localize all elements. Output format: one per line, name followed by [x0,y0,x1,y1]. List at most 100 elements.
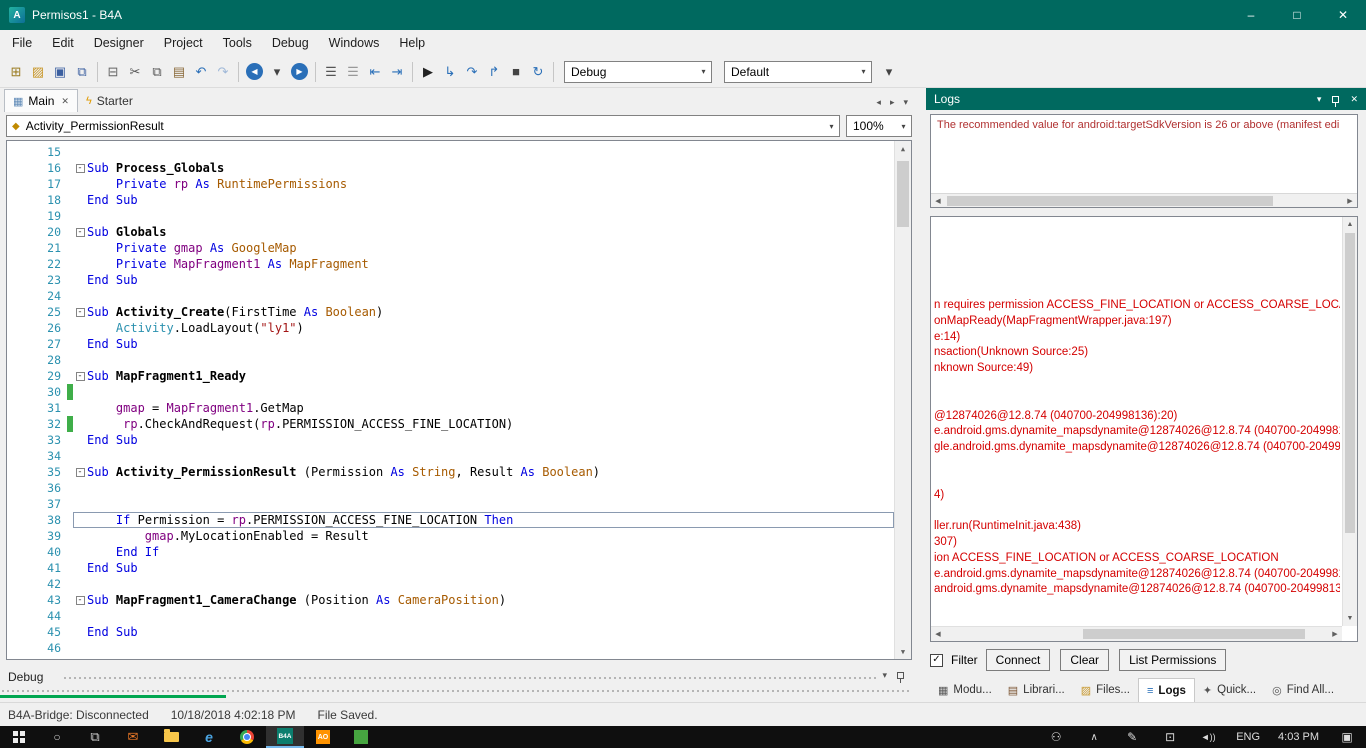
log-output-box[interactable]: n requires permission ACCESS_FINE_LOCATI… [930,216,1358,642]
build-config-select[interactable]: Default▾ [724,61,872,83]
green-app[interactable] [342,726,380,748]
close-icon[interactable]: ✕ [1350,94,1358,105]
menu-item-designer[interactable]: Designer [84,31,154,55]
run-button[interactable]: ▶ [417,60,439,84]
breakpoint-margin[interactable] [7,592,31,608]
code-line-body[interactable]: Private gmap As GoogleMap [73,240,894,256]
debug-mode-select[interactable]: Debug▾ [564,61,712,83]
breakpoint-margin[interactable] [7,464,31,480]
code-line-body[interactable]: rp.CheckAndRequest(rp.PERMISSION_ACCESS_… [73,416,894,432]
zoom-select[interactable]: 100% ▾ [846,115,912,137]
list-permissions-button[interactable]: List Permissions [1119,649,1226,671]
fold-collapse-icon[interactable]: - [76,164,85,173]
b4a-app[interactable]: B4A [266,726,304,748]
breakpoint-margin[interactable] [7,176,31,192]
clock[interactable]: 4:03 PM [1269,726,1328,748]
people-icon[interactable]: ⚇ [1037,726,1075,748]
minimize-button[interactable]: – [1228,0,1274,30]
menu-item-tools[interactable]: Tools [213,31,262,55]
breakpoint-margin[interactable] [7,448,31,464]
chevron-down-icon[interactable]: ▾ [896,122,911,131]
code-line-body[interactable] [73,496,894,512]
undo-button[interactable]: ↶ [190,60,212,84]
indent-button[interactable]: ⇥ [386,60,408,84]
navigate-back-button[interactable]: ◀ [246,63,263,80]
menu-item-help[interactable]: Help [389,31,435,55]
breakpoint-margin[interactable] [7,560,31,576]
breakpoint-margin[interactable] [7,480,31,496]
filter-checkbox[interactable]: ✓ [930,654,943,667]
panel-tab-modu[interactable]: ▦Modu... [930,678,1000,702]
breakpoint-margin[interactable] [7,208,31,224]
scroll-left-icon[interactable]: ◀ [931,194,945,208]
scroll-down-icon[interactable]: ▼ [895,644,911,659]
chevron-down-icon[interactable]: ▾ [1317,94,1322,105]
chevron-down-icon[interactable]: ▾ [882,670,887,681]
uncomment-button[interactable]: ☰ [342,60,364,84]
scrollbar-track[interactable] [945,627,1328,641]
code-line-body[interactable] [73,208,894,224]
breakpoint-margin[interactable] [7,144,31,160]
menu-item-debug[interactable]: Debug [262,31,319,55]
pin-icon[interactable] [897,672,904,679]
paste-button[interactable]: ▤ [168,60,190,84]
fold-collapse-icon[interactable]: - [76,468,85,477]
breakpoint-margin[interactable] [7,640,31,656]
code-line-body[interactable]: End Sub [73,192,894,208]
scrollbar-thumb[interactable] [947,196,1273,206]
breakpoint-margin[interactable] [7,416,31,432]
prev-tab-button[interactable]: ◂ [876,97,881,108]
cut-button[interactable]: ✂ [124,60,146,84]
open-button[interactable]: ▨ [27,60,49,84]
scroll-down-icon[interactable]: ▼ [1343,611,1357,626]
breakpoint-margin[interactable] [7,496,31,512]
start-button[interactable] [0,726,38,748]
scroll-right-icon[interactable]: ▶ [1328,627,1342,641]
code-line-body[interactable]: End Sub [73,272,894,288]
menu-item-project[interactable]: Project [154,31,213,55]
code-line-body[interactable] [73,480,894,496]
code-line-body[interactable]: -Sub Process_Globals [73,160,894,176]
code-line-body[interactable] [73,608,894,624]
edge-app[interactable]: e [190,726,228,748]
panel-tab-quick[interactable]: ✦Quick... [1195,678,1264,702]
close-icon[interactable]: ✕ [61,96,69,107]
navigate-forward-button[interactable]: ▶ [291,63,308,80]
fold-collapse-icon[interactable]: - [76,228,85,237]
menu-item-edit[interactable]: Edit [42,31,84,55]
code-line-body[interactable] [73,288,894,304]
network-icon[interactable]: ⊡ [1151,726,1189,748]
designer-button[interactable]: ⊟ [102,60,124,84]
chevron-down-icon[interactable]: ▾ [696,67,711,76]
breakpoint-margin[interactable] [7,256,31,272]
code-line-body[interactable] [73,384,894,400]
save-all-button[interactable]: ⧉ [71,60,93,84]
mail-app[interactable]: ✉ [114,726,152,748]
scrollbar-thumb[interactable] [897,161,909,227]
breakpoint-margin[interactable] [7,288,31,304]
copy-button[interactable]: ⧉ [146,60,168,84]
breakpoint-margin[interactable] [7,336,31,352]
panel-tab-find-all[interactable]: ◎Find All... [1264,678,1342,702]
step-out-button[interactable]: ↱ [483,60,505,84]
connect-button[interactable]: Connect [986,649,1051,671]
breakpoint-margin[interactable] [7,400,31,416]
code-editor[interactable]: 1516-Sub Process_Globals17 Private rp As… [6,140,912,660]
code-line-body[interactable]: Activity.LoadLayout("ly1") [73,320,894,336]
breakpoint-margin[interactable] [7,368,31,384]
breakpoint-margin[interactable] [7,304,31,320]
breakpoint-margin[interactable] [7,224,31,240]
step-over-button[interactable]: ↷ [461,60,483,84]
code-line-body[interactable]: -Sub MapFragment1_Ready [73,368,894,384]
code-line-body[interactable]: End Sub [73,432,894,448]
scrollbar-track[interactable] [945,194,1343,207]
pin-icon[interactable] [1332,96,1339,103]
breakpoint-margin[interactable] [7,192,31,208]
breakpoint-margin[interactable] [7,240,31,256]
breakpoint-margin[interactable] [7,272,31,288]
breakpoint-margin[interactable] [7,432,31,448]
search-button[interactable]: ○ [38,726,76,748]
close-button[interactable]: ✕ [1320,0,1366,30]
code-line-body[interactable]: -Sub MapFragment1_CameraChange (Position… [73,592,894,608]
tab-starter[interactable]: ϟStarter [78,89,141,112]
